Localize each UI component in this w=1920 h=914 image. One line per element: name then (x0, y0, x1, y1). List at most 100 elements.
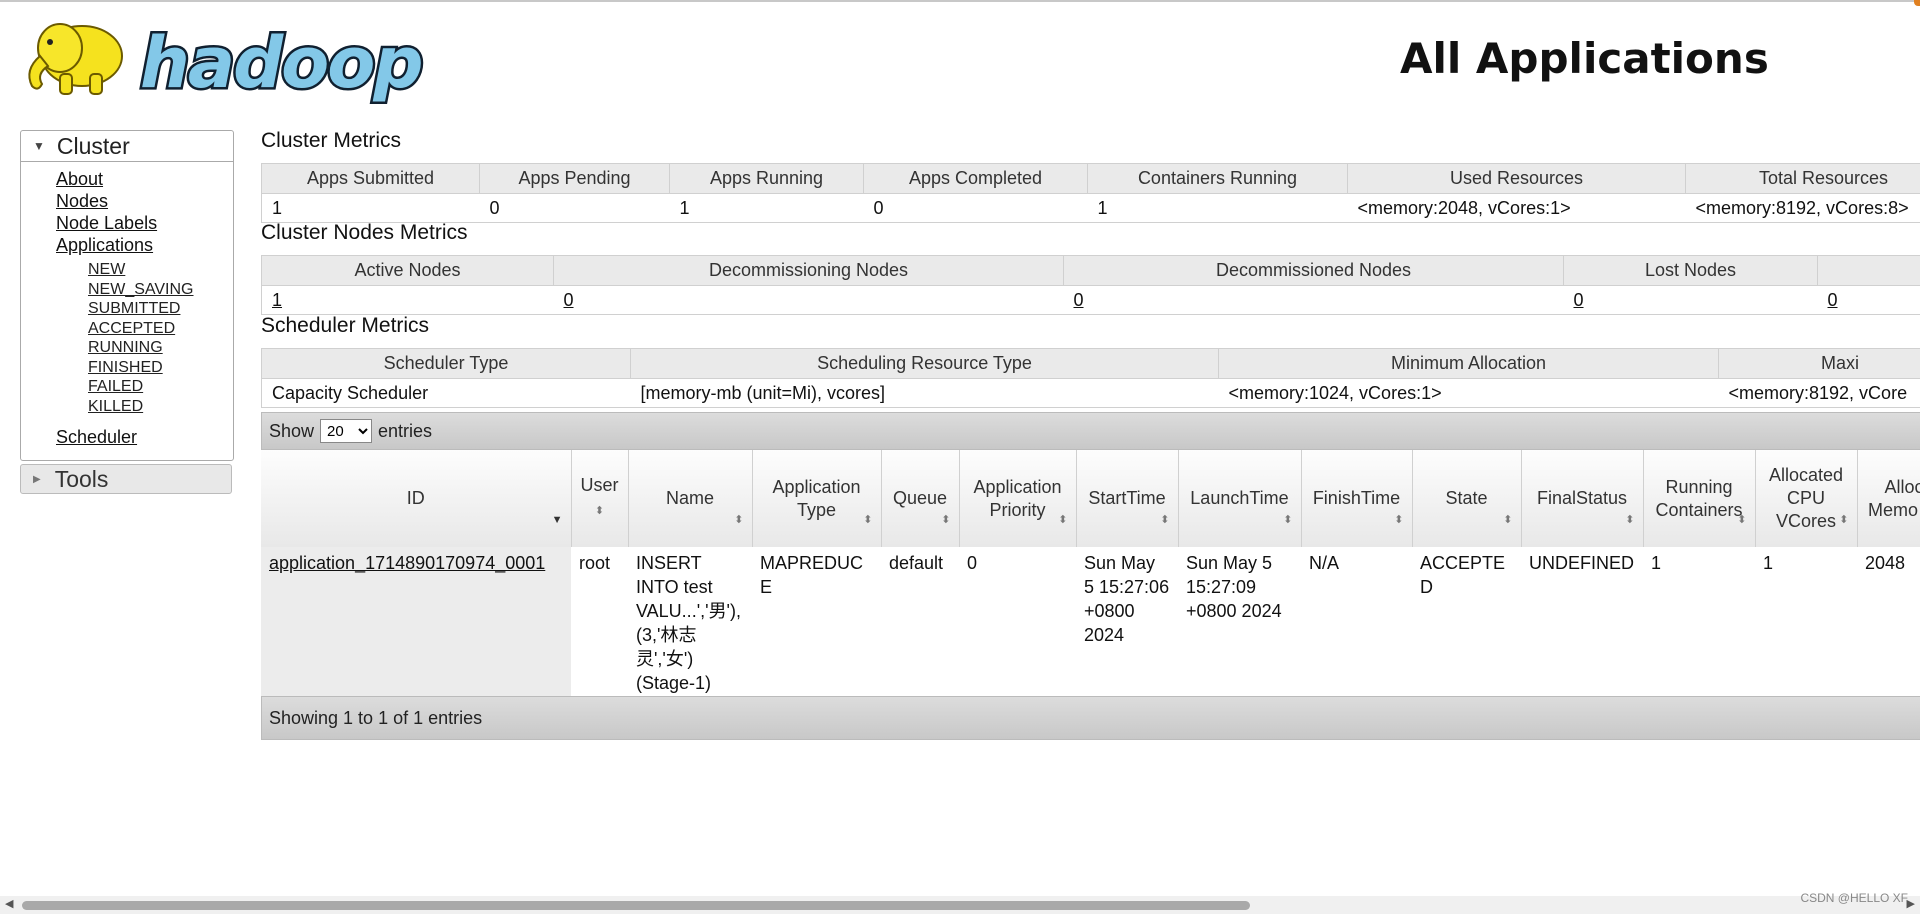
sidebar-link-nodes[interactable]: Nodes (56, 190, 233, 212)
table-row: 1 0 0 0 0 (261, 285, 1920, 315)
application-id-link[interactable]: application_1714890170974_0001 (261, 547, 571, 699)
col-queue-label: Queue (892, 488, 948, 508)
page-title: All Applications (1400, 34, 1769, 83)
col-decommissioned-nodes: Decommissioned Nodes (1063, 255, 1564, 286)
state-link-killed[interactable]: KILLED (88, 397, 233, 417)
state-link-failed[interactable]: FAILED (88, 377, 233, 397)
logo-wordmark: hadoop (137, 22, 425, 104)
col-total-resources: Total Resources (1685, 163, 1920, 194)
hadoop-logo[interactable]: hadoop (20, 10, 426, 102)
col-id[interactable]: ID ▼ (261, 450, 572, 547)
col-lost-nodes: Lost Nodes (1563, 255, 1818, 286)
col-apps-completed: Apps Completed (863, 163, 1088, 194)
cell-name: INSERT INTO test VALU...','男'),(3,'林志灵',… (636, 553, 741, 693)
scheduler-metrics-title: Scheduler Metrics (261, 314, 430, 337)
triangle-right-icon: ▶ (33, 473, 41, 485)
cell-application-priority: 0 (967, 553, 978, 573)
show-label: Show (269, 420, 315, 441)
cell-user: root (579, 553, 611, 573)
col-application-type[interactable]: Application Type ⬍ (752, 450, 882, 547)
scrollbar-thumb[interactable] (22, 901, 1250, 910)
sidebar-link-node-labels[interactable]: Node Labels (56, 212, 233, 234)
val-active-nodes[interactable]: 1 (261, 285, 554, 315)
val-scheduler-type: Capacity Scheduler (261, 378, 631, 408)
col-application-priority-label: Application Priority (973, 476, 1062, 520)
col-minimum-allocation: Minimum Allocation (1218, 348, 1719, 379)
col-running-containers[interactable]: Running Containers ⬍ (1643, 450, 1756, 547)
sidebar-link-scheduler[interactable]: Scheduler (56, 426, 233, 448)
applications-table: ID ▼ User ⬍ Name ⬍ Application Type ⬍ Queue ⬍… (261, 450, 1920, 699)
col-name[interactable]: Name ⬍ (628, 450, 753, 547)
scroll-left-icon[interactable]: ◀ (5, 897, 13, 910)
sort-icon: ⬍ (734, 514, 744, 526)
table-row: 1 0 1 0 1 <memory:2048, vCores:1> <memor… (261, 193, 1920, 223)
col-finalstatus[interactable]: FinalStatus ⬍ (1521, 450, 1644, 547)
col-apps-running: Apps Running (669, 163, 864, 194)
cell-queue: default (889, 553, 944, 573)
col-starttime-label: StartTime (1088, 488, 1166, 508)
state-link-accepted[interactable]: ACCEPTED (88, 319, 233, 339)
sidebar-tools-panel[interactable]: ▶ Tools (20, 464, 232, 494)
tools-label: Tools (54, 465, 109, 492)
sidebar-link-applications[interactable]: Applications (56, 234, 233, 256)
val-unhealthy-nodes[interactable]: 0 (1817, 285, 1920, 315)
state-link-finished[interactable]: FINISHED (88, 358, 233, 378)
col-launchtime[interactable]: LaunchTime ⬍ (1178, 450, 1302, 547)
val-apps-pending: 0 (479, 193, 670, 223)
cluster-metrics-title: Cluster Metrics (261, 129, 402, 152)
col-application-priority[interactable]: Application Priority ⬍ (959, 450, 1077, 547)
val-lost-nodes[interactable]: 0 (1563, 285, 1818, 315)
state-link-new[interactable]: NEW (88, 260, 233, 280)
sort-icon: ⬍ (1625, 514, 1635, 526)
col-id-label: ID (406, 488, 425, 508)
col-allocated-cpu-vcores[interactable]: Allocated CPU VCores ⬍ (1755, 450, 1858, 547)
sidebar-link-about[interactable]: About (56, 168, 233, 190)
col-decommissioning-nodes: Decommissioning Nodes (553, 255, 1064, 286)
state-link-submitted[interactable]: SUBMITTED (88, 299, 233, 319)
cluster-label: Cluster (56, 132, 130, 159)
sort-icon: ⬍ (1839, 514, 1849, 526)
col-finishtime-label: FinishTime (1312, 488, 1401, 508)
val-decommissioning-nodes[interactable]: 0 (553, 285, 1064, 315)
val-minimum-allocation: <memory:1024, vCores:1> (1218, 378, 1719, 408)
col-state[interactable]: State ⬍ (1412, 450, 1522, 547)
col-finishtime[interactable]: FinishTime ⬍ (1301, 450, 1413, 547)
col-running-containers-label: Running Containers (1655, 476, 1743, 520)
sort-desc-icon: ▼ (551, 514, 563, 526)
page-size-select[interactable]: 102050100 (320, 419, 373, 443)
sort-icon: ⬍ (1737, 514, 1747, 526)
state-link-running[interactable]: RUNNING (88, 338, 233, 358)
state-link-new-saving[interactable]: NEW_SAVING (88, 280, 233, 300)
table-row: application_1714890170974_0001 root INSE… (261, 547, 1920, 699)
col-user[interactable]: User ⬍ (571, 450, 629, 547)
cell-state: ACCEPTED (1420, 553, 1506, 597)
col-user-label: User (580, 475, 619, 495)
col-apps-submitted: Apps Submitted (261, 163, 480, 194)
val-apps-submitted: 1 (261, 193, 480, 223)
cell-starttime: Sun May 5 15:27:06 +0800 2024 (1084, 553, 1170, 645)
col-allocated-memory-mb[interactable]: Alloca Memo MB (1857, 450, 1920, 547)
col-scheduler-type: Scheduler Type (261, 348, 631, 379)
col-state-label: State (1445, 488, 1488, 508)
datatable-length-bar: Show 102050100 entries (261, 412, 1920, 450)
sort-icon: ⬍ (1058, 514, 1068, 526)
horizontal-scrollbar[interactable]: ◀ ▶ (0, 896, 1920, 914)
col-queue[interactable]: Queue ⬍ (881, 450, 960, 547)
sort-icon: ⬍ (941, 514, 951, 526)
table-header-row: ID ▼ User ⬍ Name ⬍ Application Type ⬍ Queue ⬍… (261, 450, 1920, 547)
app-states-list: NEW NEW_SAVING SUBMITTED ACCEPTED RUNNIN… (56, 260, 233, 416)
elephant-icon (28, 23, 123, 95)
window-top-border (0, 0, 1920, 2)
entries-label: entries (378, 420, 433, 441)
col-maximum-allocation: Maxi (1718, 348, 1920, 379)
cluster-header[interactable]: ▼ Cluster (21, 131, 233, 162)
val-scheduling-resource-type: [memory-mb (unit=Mi), vcores] (630, 378, 1219, 408)
watermark: CSDN @HELLO XF (1800, 891, 1908, 905)
col-starttime[interactable]: StartTime ⬍ (1076, 450, 1179, 547)
cluster-links: About Nodes Node Labels Applications NEW… (21, 162, 233, 448)
cell-finalstatus: UNDEFINED (1529, 553, 1635, 573)
val-decommissioned-nodes[interactable]: 0 (1063, 285, 1564, 315)
sort-icon: ⬍ (1283, 514, 1293, 526)
col-launchtime-label: LaunchTime (1190, 488, 1289, 508)
